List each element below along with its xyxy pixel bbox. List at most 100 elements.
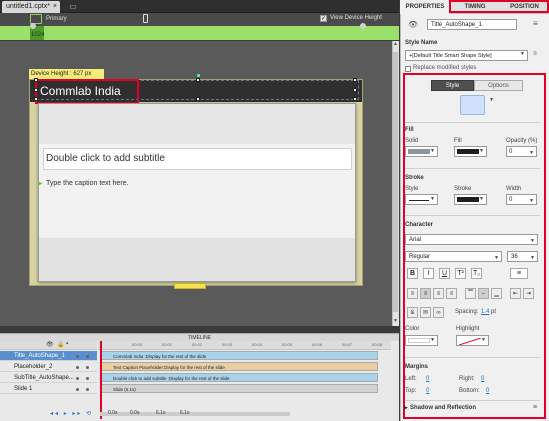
margin-top-value[interactable]: 0 [426,388,429,394]
indent-left-icon[interactable]: ⇤ [510,288,521,299]
resize-handle[interactable] [34,88,38,92]
panel-menu-icon[interactable]: ≡ [533,19,538,28]
align-middle-icon[interactable]: – [478,288,489,299]
layer-toggle-dot[interactable] [86,377,89,380]
rotation-handle[interactable] [197,74,200,77]
font-family-select[interactable]: Arial ▼ [405,234,538,245]
text-color-picker[interactable]: ▼ [405,335,438,346]
stroke-width-label: Width [506,186,522,192]
segment-style[interactable]: Style [431,80,474,91]
stroke-width-value: 0 [509,197,513,203]
breakpoint-bar[interactable] [0,26,399,40]
subtitle-placeholder-text[interactable]: Double click to add subtitle [46,153,165,164]
timeline-object-bar[interactable]: Commlab India :Display for the rest of t… [100,351,378,360]
resize-handle[interactable] [353,78,357,82]
opacity-field[interactable]: 0 ▼ [506,146,537,157]
timeline-layer-row[interactable]: Slide 1 [0,384,97,394]
divider [405,400,540,401]
object-name-field[interactable]: Title_AutoShape_1 [427,19,517,30]
timeline-object-bar[interactable]: Text Caption Placeholder:Display for the… [100,362,378,371]
resize-handle[interactable] [353,97,357,101]
font-style-select[interactable]: Regular ▼ [405,251,502,262]
breakpoint-handle-right[interactable] [360,23,366,29]
timeline-layer-row[interactable]: Placeholder_2 [0,362,97,372]
scroll-down-icon[interactable]: ▼ [392,318,399,325]
fill-label: Fill [454,138,462,144]
align-bottom-icon[interactable]: ▁ [491,288,502,299]
stroke-width-field[interactable]: 0 ▼ [506,194,537,205]
resize-handle[interactable] [196,78,200,82]
layer-toggle-dot[interactable] [76,388,79,391]
margin-right-value[interactable]: 0 [481,376,484,382]
list-bullets-button[interactable]: ≡ [510,268,528,279]
document-tab[interactable]: untitled1.cptx* × [2,1,60,13]
layer-toggle-dot[interactable] [86,388,89,391]
device-height-handle[interactable] [174,283,206,289]
style-menu-icon[interactable]: ≡ [530,51,540,60]
resize-handle[interactable] [34,78,38,82]
breakpoint-handle-left[interactable] [30,23,36,29]
stroke-style-select[interactable]: ▼ [405,194,438,205]
indent-right-icon[interactable]: ⇥ [523,288,534,299]
margin-left-value[interactable]: 0 [426,376,429,382]
lock-icon[interactable]: 🔒 [57,341,64,348]
timeline-layer-row[interactable]: SubTitle_AutoShape... [0,373,97,383]
align-right-icon[interactable]: ≡ [433,288,444,299]
highlight-color-picker[interactable]: ▼ [456,335,489,346]
subscript-button[interactable]: T₂ [471,268,482,279]
tab-properties[interactable]: PROPERTIES [400,0,450,14]
layer-toggle-dot[interactable] [76,377,79,380]
shape-style-swatch[interactable] [460,95,485,115]
underline-button[interactable]: U [439,268,450,279]
expand-arrow-icon[interactable]: ▶ [404,405,408,411]
section-menu-icon[interactable]: ≡ [533,404,537,411]
superscript-button[interactable]: T² [455,268,466,279]
layer-toggle-dot[interactable] [86,366,89,369]
eye-icon[interactable]: 👁 [46,341,54,348]
style-name-select[interactable]: +[Default Title Smart Shape Style] [405,50,528,61]
resize-handle[interactable] [34,97,38,101]
shadow-reflection-section[interactable]: Shadow and Reflection [410,405,476,411]
phone-icon[interactable] [143,14,148,23]
timeline-header[interactable]: TIMELINE [0,333,399,341]
timeline-object-bar[interactable]: Double click to add subtitle :Display fo… [100,373,378,382]
stroke-color-picker[interactable]: ▼ [454,194,487,205]
bold-button[interactable]: B [407,268,418,279]
hyperlink-icon[interactable]: ∞ [433,307,444,318]
align-top-icon[interactable]: ▔ [465,288,476,299]
caption-text[interactable]: Type the caption text here. [46,180,129,187]
chevron-down-icon[interactable]: ▼ [520,51,525,57]
timeline-layer-row[interactable]: Title_AutoShape_1 [0,351,97,361]
playhead[interactable] [100,341,102,419]
layer-toggle-dot[interactable] [76,355,79,358]
margin-bottom-value[interactable]: 0 [486,388,489,394]
font-size-select[interactable]: 36 ▼ [507,251,538,262]
playback-controls[interactable]: ◂◂ ▸ ▸▸ ⟲ [0,408,97,421]
resize-handle[interactable] [353,88,357,92]
timeline-scrollbar[interactable] [100,412,290,416]
visibility-icon[interactable]: 👁 [408,20,418,29]
layer-toggle-dot[interactable] [76,366,79,369]
stage-scroll-thumb[interactable] [393,52,398,312]
chevron-down-icon[interactable]: ▼ [489,97,494,103]
resize-handle[interactable] [196,97,200,101]
layer-toggle-dot[interactable] [86,355,89,358]
opacity-label: Opacity (%) [506,138,538,144]
align-center-icon[interactable]: ≡ [420,288,431,299]
timeline-object-bar[interactable]: Slide (6.1s) [100,384,378,393]
solid-color-picker[interactable]: ▼ [405,146,438,157]
spacing-value[interactable]: 1.4 [481,309,489,315]
close-tab-icon[interactable]: × [53,1,57,13]
view-device-height-checkbox[interactable]: ✓ [320,15,327,22]
tab-menu-icon[interactable]: ▭ [68,2,78,11]
fill-color-picker[interactable]: ▼ [454,146,487,157]
align-justify-icon[interactable]: ≡ [446,288,457,299]
insert-symbol-icon[interactable]: ✉ [420,307,431,318]
segment-options[interactable]: Options [474,80,523,91]
link-icon[interactable]: & [407,307,418,318]
replace-styles-checkbox[interactable] [405,66,411,72]
align-left-icon[interactable]: ≡ [407,288,418,299]
scroll-up-icon[interactable]: ▲ [392,41,399,48]
italic-button[interactable]: I [423,268,434,279]
layer-icon[interactable]: ▪ [66,341,68,347]
